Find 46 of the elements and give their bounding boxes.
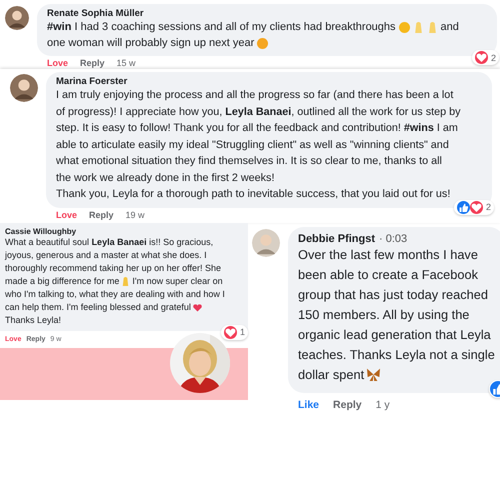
comment-text: thoroughly recommend taking her up on her offer! She bbox=[5, 262, 221, 274]
comment-text: who I'm talking to, what they are dealing with and how I bbox=[5, 288, 225, 300]
comment-text: step. It is easy to follow! Thank you for all the feedback and contribution! #wins I am bbox=[56, 121, 458, 136]
reaction-count: 2 bbox=[490, 52, 496, 62]
comment-text: been able to create a Facebook bbox=[298, 266, 478, 284]
reaction-count: 2 bbox=[486, 202, 491, 212]
author-name[interactable]: Marina Foerster bbox=[56, 76, 128, 87]
avatar[interactable] bbox=[10, 74, 38, 102]
comment-text: can help them. I'm feeling blessed and grateful bbox=[5, 300, 191, 314]
comment-text: I am truly enjoying the process and all the progress so far (and there has been a lot bbox=[56, 88, 454, 103]
comment-text: #win I had 3 coaching sessions and all of my clients had breakthroughs bbox=[47, 20, 396, 35]
comment-text: Thank you, Leyla for a thorough path to inevitable success, that you laid out for us! bbox=[56, 187, 450, 202]
comment-text: one woman will probably sign up next year bbox=[47, 36, 254, 51]
comment-text: teaches. Thanks Leyla not a single bbox=[298, 346, 495, 364]
comment-text: able to articulate easily my ideal "Struggling client" as well as "winning clients" and bbox=[56, 138, 449, 152]
comment-text: Over the last few months I have bbox=[298, 246, 478, 264]
comment-age: 15 w bbox=[116, 58, 136, 69]
author-name[interactable]: Cassie Willoughby bbox=[5, 226, 76, 236]
comment-text: group that has just today reached bbox=[298, 286, 488, 304]
comment-text: dollar spent bbox=[298, 366, 364, 384]
reply-link[interactable]: Reply bbox=[80, 58, 105, 69]
comment-age: 1 y bbox=[376, 398, 390, 412]
comment-text: Thanks Leyla! bbox=[5, 314, 62, 326]
comment-text: the work we already done in the first 2 weeks! bbox=[56, 170, 274, 186]
reaction-link[interactable]: Love bbox=[47, 58, 68, 69]
author-name[interactable]: Renate Sophia Müller bbox=[47, 8, 144, 19]
comment-text: joyous, generous and a master at what she does. I bbox=[5, 248, 207, 262]
comment-text: I'm now super clear on bbox=[132, 274, 223, 288]
comment-text: and bbox=[440, 20, 459, 35]
comment-text: what emotional situation they find themselves in. It is so clear to me, thanks to all bbox=[56, 154, 442, 169]
hearts-icon bbox=[192, 302, 202, 312]
reply-link[interactable]: Reply bbox=[333, 398, 362, 412]
author-name[interactable]: Debbie Pfingst bbox=[298, 232, 376, 244]
comment-text: 150 members. All by using the bbox=[298, 306, 470, 324]
comment-text: of progress)! I appreciate how you, Leyla Banaei, outlined all the work for us step by bbox=[56, 104, 461, 120]
reaction-link[interactable]: Love bbox=[56, 210, 78, 220]
reaction-link[interactable]: Like bbox=[298, 398, 320, 412]
comment-text: made a big difference for me bbox=[5, 274, 120, 288]
avatar[interactable] bbox=[5, 6, 29, 30]
butterfly-icon bbox=[367, 368, 380, 381]
comment-age: 19 w bbox=[126, 210, 145, 220]
comment-text: organic lead generation that Leyla bbox=[298, 326, 491, 344]
reaction-count: 1 bbox=[240, 327, 245, 337]
reply-link[interactable]: Reply bbox=[89, 210, 114, 220]
comment-text: What a beautiful soul Leyla Banaei is!! So gracious, bbox=[5, 236, 214, 248]
timestamp: · 0:03 bbox=[379, 232, 408, 244]
